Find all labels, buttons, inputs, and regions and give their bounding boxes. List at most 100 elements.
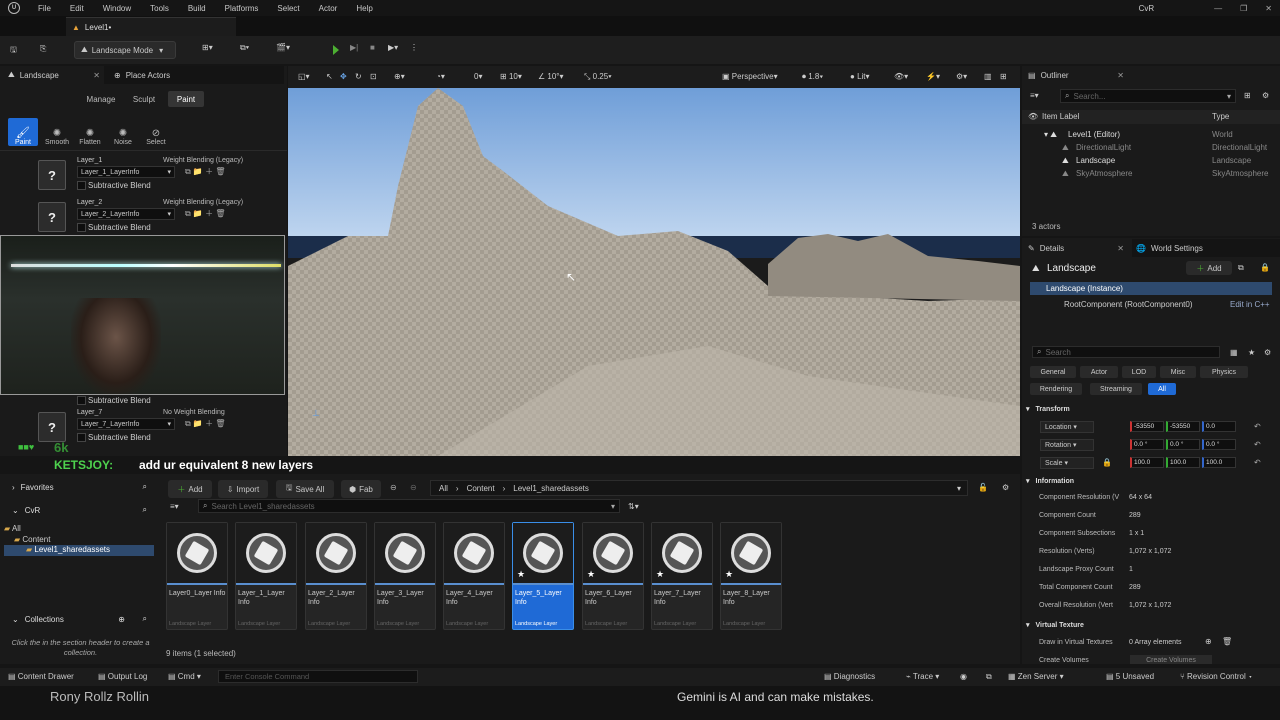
lit-dropdown[interactable]: ● Lit▾ [850, 72, 870, 81]
menu-item-build[interactable]: Build [188, 4, 206, 13]
filter-physics[interactable]: Physics [1200, 366, 1248, 378]
outliner-row[interactable]: ⛰ DirectionalLight DirectionalLight [1022, 142, 1280, 154]
layer-info-dropdown[interactable]: Layer_1_LayerInfo ▾ [77, 166, 175, 178]
layer-actions-icons[interactable]: ⧉ 📁 ＋ 🗑 [185, 166, 226, 177]
create-volumes-button[interactable]: Create Volumes [1130, 655, 1212, 664]
add-collection-icon[interactable]: ⊕ [118, 615, 125, 624]
location-y[interactable]: -53550 [1166, 421, 1200, 432]
tool-select[interactable]: ⊘ Select [141, 118, 171, 146]
blueprint-icon[interactable]: ⧉ [1238, 263, 1244, 273]
level-viewport[interactable] [288, 66, 1020, 456]
filter-icon[interactable]: ≡▾ [1030, 91, 1039, 100]
filter-misc[interactable]: Misc [1160, 366, 1196, 378]
tab-landscape[interactable]: ⛰ Landscape ✕ [0, 66, 104, 84]
sort-icon[interactable]: ⇅▾ [628, 502, 639, 511]
tree-item-all[interactable]: ▰ All [4, 524, 21, 533]
breadcrumb-content[interactable]: Content [467, 484, 495, 493]
filter-general[interactable]: General [1030, 366, 1076, 378]
edit-cpp-link[interactable]: Edit in C++ [1230, 300, 1270, 309]
subtractive-checkbox[interactable] [77, 181, 86, 190]
browse-icon[interactable]: ⎘ [40, 44, 46, 54]
stop-icon[interactable]: ■ [370, 43, 375, 52]
grid-size[interactable]: ⊞ 10▾ [500, 72, 522, 81]
close-icon[interactable]: ✕ [1265, 4, 1272, 13]
minimize-icon[interactable]: — [1214, 4, 1222, 13]
trash-icon[interactable]: 🗑 [1222, 637, 1232, 646]
search-icon[interactable]: ⌕ [143, 482, 147, 492]
grid-view-icon[interactable]: ▦ [1230, 348, 1238, 357]
lock-icon[interactable]: 🔒 [1260, 263, 1270, 272]
breadcrumb-all[interactable]: All [439, 484, 448, 493]
subtractive-checkbox[interactable] [77, 223, 86, 232]
cinematics-icon[interactable]: 🎬▾ [276, 43, 290, 52]
settings-icon[interactable]: ⚙▾ [956, 72, 967, 81]
add-component-button[interactable]: ＋ Add [1186, 261, 1232, 275]
asset-tile[interactable]: ★ Layer_6_Layer Info Landscape Layer [582, 522, 644, 630]
maximize-icon[interactable]: ❐ [1240, 4, 1247, 13]
perspective-dropdown[interactable]: ▣ Perspective▾ [722, 72, 778, 81]
rotation-x[interactable]: 0.0 ° [1130, 439, 1164, 450]
location-dropdown[interactable]: Location ▾ [1040, 421, 1094, 433]
breadcrumb[interactable]: All › Content › Level1_sharedassets ▾ [430, 480, 968, 496]
transform-section[interactable]: ▾ Transform [1026, 402, 1070, 416]
menu-item-window[interactable]: Window [103, 4, 131, 13]
menu-item-edit[interactable]: Edit [70, 4, 84, 13]
add-folder-icon[interactable]: ⊞ [1244, 91, 1251, 100]
scale-snap[interactable]: ⤡ 0.25▾ [584, 72, 612, 82]
filter-icon[interactable]: ≡▾ [170, 502, 179, 511]
zen-server-button[interactable]: ▦ Zen Server ▾ [1008, 672, 1064, 681]
component-instance-row[interactable]: Landscape (Instance) [1030, 282, 1272, 295]
layer-info-dropdown[interactable]: Layer_7_LayerInfo ▾ [77, 418, 175, 430]
settings-icon[interactable]: ⚙ [1264, 348, 1271, 357]
reset-icon[interactable]: ↶ [1254, 458, 1261, 467]
menu-item-tools[interactable]: Tools [150, 4, 169, 13]
save-icon[interactable]: 🖫 [10, 44, 17, 58]
select-mode-icon[interactable]: ↖ [326, 72, 333, 81]
information-section[interactable]: ▾ Information [1026, 474, 1074, 488]
asset-tile[interactable]: Layer_1_Layer Info Landscape Layer [235, 522, 297, 630]
scale-x[interactable]: 100.0 [1130, 457, 1164, 468]
angle-snap[interactable]: ∠ 10°▾ [538, 72, 564, 81]
outliner-search-input[interactable]: ⌕ Search... ▾ [1060, 89, 1236, 103]
tree-item-sharedassets[interactable]: ▰ Level1_sharedassets [4, 545, 154, 556]
asset-tile[interactable]: ★ Layer_8_Layer Info Landscape Layer [720, 522, 782, 630]
menu-item-help[interactable]: Help [356, 4, 372, 13]
grid-snap-value[interactable]: 0▾ [474, 72, 482, 81]
collections-header[interactable]: ⌄ Collections ⊕ ⌕ [0, 612, 155, 626]
asset-search-input[interactable]: ⌕ Search Level1_sharedassets ▾ [198, 499, 620, 513]
tool-noise[interactable]: ✺ Noise [108, 118, 138, 146]
settings-icon[interactable]: ⚙ [1002, 483, 1009, 492]
maximize-viewport-icon[interactable]: ⊞ [1000, 72, 1007, 81]
layer-info-dropdown[interactable]: Layer_2_LayerInfo ▾ [77, 208, 175, 220]
close-icon[interactable]: ✕ [1117, 244, 1124, 253]
mode-sculpt[interactable]: Sculpt [126, 91, 162, 107]
settings-icon[interactable]: ⚙ [1262, 91, 1269, 100]
col-item-label[interactable]: Item Label [1042, 112, 1079, 121]
tab-level1[interactable]: ▲ Level1• [66, 17, 236, 36]
translate-icon[interactable]: ✥ [340, 72, 347, 81]
asset-tile[interactable]: Layer_2_Layer Info Landscape Layer [305, 522, 367, 630]
filter-lod[interactable]: LOD [1122, 366, 1156, 378]
world-icon[interactable]: ⊕▾ [394, 72, 405, 81]
add-element-icon[interactable]: ⊕ [1205, 637, 1212, 646]
tab-outliner[interactable]: ▤ Outliner ✕ [1022, 66, 1132, 84]
scale-icon[interactable]: ⊡ [370, 72, 377, 81]
console-input[interactable]: Enter Console Command [218, 670, 418, 683]
breadcrumb-sharedassets[interactable]: Level1_sharedassets [513, 484, 589, 493]
launch-icon[interactable]: ▶▾ [388, 43, 398, 52]
outliner-row[interactable]: ⛰ Landscape Landscape [1022, 155, 1280, 167]
menu-item-file[interactable]: File [38, 4, 51, 13]
tab-place-actors[interactable]: ⊕ Place Actors [104, 66, 284, 84]
scale-z[interactable]: 100.0 [1202, 457, 1236, 468]
cmd-dropdown[interactable]: ▤ Cmd ▾ [168, 672, 201, 681]
layout-icon[interactable]: ▥ [984, 72, 992, 81]
record-icon[interactable]: ◉ [960, 672, 967, 681]
reset-icon[interactable]: ↶ [1254, 422, 1261, 431]
location-x[interactable]: -53550 [1130, 421, 1164, 432]
reset-icon[interactable]: ↶ [1254, 440, 1261, 449]
layer-row[interactable]: ? Layer_1 Weight Blending (Legacy) Layer… [38, 157, 278, 199]
tree-item-content[interactable]: ▰ Content [14, 535, 50, 544]
subtractive-checkbox[interactable] [77, 396, 86, 405]
menu-item-platforms[interactable]: Platforms [225, 4, 259, 13]
camera-speed[interactable]: ⏺ 1.8▾ [802, 72, 823, 82]
